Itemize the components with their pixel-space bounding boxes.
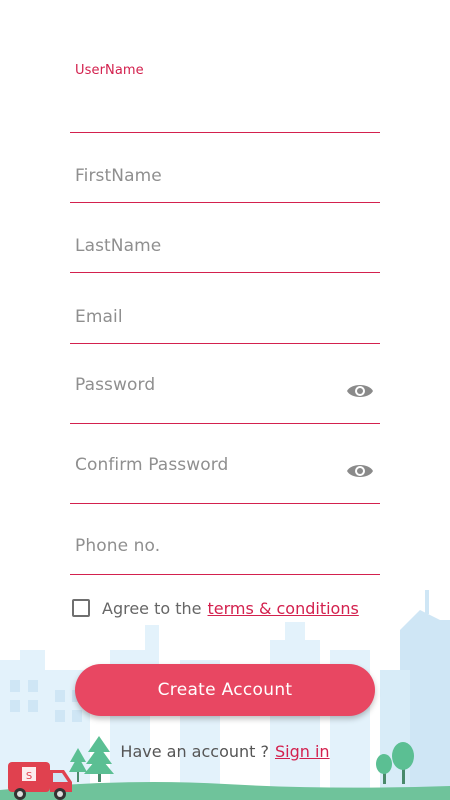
- email-placeholder: Email: [75, 307, 123, 327]
- signin-prompt: Have an account ? Sign in: [0, 742, 450, 761]
- agree-checkbox[interactable]: [72, 599, 90, 617]
- agree-row: Agree to the terms & conditions: [72, 596, 359, 620]
- terms-link[interactable]: terms & conditions: [208, 599, 359, 618]
- signin-prompt-text: Have an account ?: [120, 742, 269, 761]
- signup-form: UserName FirstName LastName Email Passwo…: [0, 0, 450, 800]
- email-field[interactable]: Email: [70, 300, 380, 344]
- username-field[interactable]: UserName: [70, 58, 380, 133]
- create-account-button[interactable]: Create Account: [75, 664, 375, 716]
- phone-placeholder: Phone no.: [75, 536, 161, 556]
- eye-icon[interactable]: [346, 380, 374, 402]
- firstname-placeholder: FirstName: [75, 166, 162, 186]
- confirm-password-placeholder: Confirm Password: [75, 455, 229, 475]
- lastname-placeholder: LastName: [75, 236, 162, 256]
- confirm-password-field[interactable]: Confirm Password: [70, 450, 380, 504]
- agree-text: Agree to the: [102, 598, 202, 618]
- lastname-field[interactable]: LastName: [70, 230, 380, 273]
- firstname-field[interactable]: FirstName: [70, 160, 380, 203]
- username-label: UserName: [75, 63, 144, 78]
- password-placeholder: Password: [75, 375, 156, 395]
- eye-icon[interactable]: [346, 460, 374, 482]
- password-field[interactable]: Password: [70, 370, 380, 424]
- signin-link[interactable]: Sign in: [275, 742, 330, 761]
- phone-field[interactable]: Phone no.: [70, 530, 380, 575]
